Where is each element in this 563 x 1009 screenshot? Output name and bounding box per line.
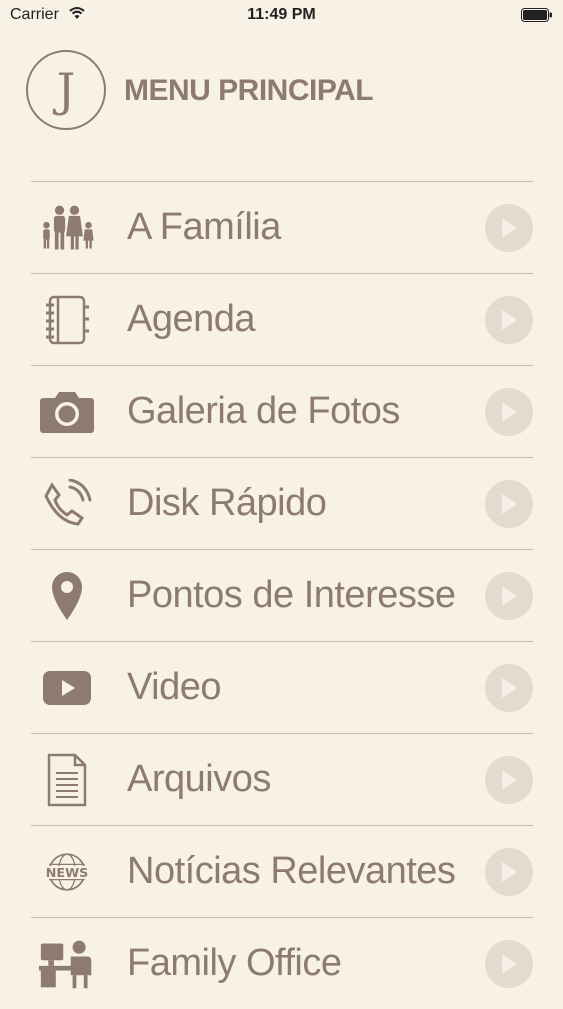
menu-item-label: Family Office xyxy=(127,942,342,984)
logo: J xyxy=(26,50,106,130)
menu-item-label: A Família xyxy=(127,206,281,248)
menu-item-label: Pontos de Interesse xyxy=(127,574,456,616)
play-arrow-icon[interactable] xyxy=(485,388,533,436)
menu-item-arquivos[interactable]: Arquivos xyxy=(31,733,533,825)
phone-icon xyxy=(39,478,95,530)
news-icon-text: NEWS xyxy=(46,865,89,880)
menu-item-label: Notícias Relevantes xyxy=(127,850,456,892)
video-play-icon xyxy=(39,662,95,714)
menu-item-label: Arquivos xyxy=(127,758,271,800)
menu-item-label: Video xyxy=(127,666,222,708)
play-arrow-icon[interactable] xyxy=(485,940,533,988)
menu-item-galeria[interactable]: Galeria de Fotos xyxy=(31,365,533,457)
menu-item-familia[interactable]: A Família xyxy=(31,181,533,273)
menu-item-label: Agenda xyxy=(127,298,256,340)
play-arrow-icon[interactable] xyxy=(485,480,533,528)
battery-icon xyxy=(521,8,553,27)
play-arrow-icon[interactable] xyxy=(485,572,533,620)
menu-item-family-office[interactable]: Family Office xyxy=(31,917,533,1009)
status-bar: Carrier 11:49 PM xyxy=(0,0,563,30)
menu-item-agenda[interactable]: Agenda xyxy=(31,273,533,365)
office-desk-icon xyxy=(39,938,95,990)
menu-item-video[interactable]: Video xyxy=(31,641,533,733)
notebook-icon xyxy=(39,294,95,346)
play-arrow-icon[interactable] xyxy=(485,664,533,712)
news-globe-icon: NEWS xyxy=(39,846,95,898)
play-arrow-icon[interactable] xyxy=(485,296,533,344)
status-time: 11:49 PM xyxy=(247,6,316,23)
menu-item-noticias[interactable]: NEWS Notícias Relevantes xyxy=(31,825,533,917)
play-arrow-icon[interactable] xyxy=(485,204,533,252)
logo-letter: J xyxy=(56,63,76,117)
menu-item-label: Galeria de Fotos xyxy=(127,390,400,432)
document-icon xyxy=(39,753,95,807)
menu-item-disk-rapido[interactable]: Disk Rápido xyxy=(31,457,533,549)
play-arrow-icon[interactable] xyxy=(485,848,533,896)
page-title: MENU PRINCIPAL xyxy=(124,74,374,107)
menu-item-pontos-interesse[interactable]: Pontos de Interesse xyxy=(31,549,533,641)
play-arrow-icon[interactable] xyxy=(485,756,533,804)
menu-item-label: Disk Rápido xyxy=(127,482,327,524)
family-icon xyxy=(39,202,95,254)
camera-icon xyxy=(39,386,95,438)
map-pin-icon xyxy=(39,570,95,622)
main-menu: A Família Agenda Galeria de Fotos Disk R… xyxy=(31,181,533,1009)
header: J MENU PRINCIPAL xyxy=(26,50,546,134)
